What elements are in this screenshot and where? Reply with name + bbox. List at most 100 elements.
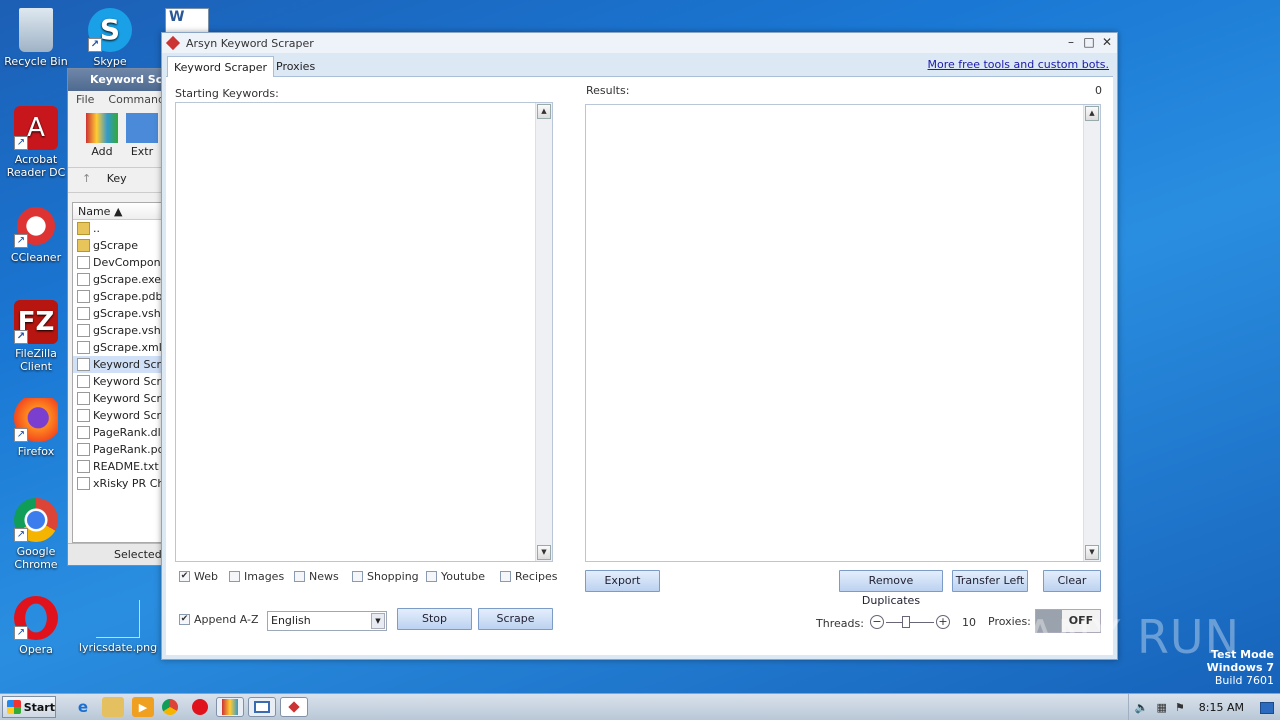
checkbox-box xyxy=(229,571,240,582)
scroll-up-button[interactable]: ▲ xyxy=(537,104,551,119)
desktop-icon-ccleaner[interactable]: ↗ CCleaner xyxy=(0,204,72,264)
file-name: Keyword Scra xyxy=(93,375,166,388)
checkbox-box xyxy=(426,571,437,582)
winrar-window[interactable]: Keyword Scr File Commands Add Extr ↑ Key… xyxy=(67,68,167,566)
plus-icon[interactable]: + xyxy=(936,615,950,629)
volume-icon[interactable]: 🔈 xyxy=(1135,701,1149,714)
file-row[interactable]: Keyword Scra xyxy=(73,390,165,407)
file-row[interactable]: gScrape xyxy=(73,237,165,254)
file-row[interactable]: Keyword Scra xyxy=(73,356,165,373)
file-row[interactable]: gScrape.vsho xyxy=(73,322,165,339)
taskbar: Start e ▶ 🔈 ▦ ⚑ 8:15 AM xyxy=(0,693,1280,720)
minimize-button[interactable]: – xyxy=(1063,35,1079,49)
network-icon[interactable]: ▦ xyxy=(1157,701,1167,714)
opera-taskbar-icon[interactable] xyxy=(192,699,208,715)
menu-file[interactable]: File xyxy=(76,93,94,106)
desktop-icon-filezilla[interactable]: FZ ↗ FileZilla Client xyxy=(0,300,72,373)
ie-icon[interactable]: e xyxy=(72,697,94,717)
tab-keyword-scraper[interactable]: Keyword Scraper xyxy=(167,56,275,77)
file-name: .. xyxy=(93,222,100,235)
desktop-icon-label: Google Chrome xyxy=(14,545,58,571)
desktop-icon-skype[interactable]: S ↗ Skype xyxy=(74,8,146,68)
language-select[interactable]: English ▼ xyxy=(267,611,387,631)
title-bar[interactable]: Arsyn Keyword Scraper xyxy=(162,33,1117,53)
winrar-taskbar-icon[interactable] xyxy=(216,697,244,717)
file-row[interactable]: README.txt xyxy=(73,458,165,475)
stop-button[interactable]: Stop xyxy=(397,608,472,630)
close-button[interactable]: ✕ xyxy=(1099,35,1115,49)
clock[interactable]: 8:15 AM xyxy=(1199,701,1244,714)
append-az-label: Append A-Z xyxy=(194,613,259,626)
winrar-address-bar[interactable]: ↑ Key xyxy=(68,167,166,193)
source-checkbox-recipes[interactable]: Recipes xyxy=(500,570,558,583)
starting-keywords-input[interactable]: ▲ ▼ xyxy=(175,102,553,562)
desktop-icon-label: Opera xyxy=(19,643,53,656)
show-desktop-button[interactable] xyxy=(1260,701,1274,714)
append-az-checkbox[interactable]: ✔ Append A-Z xyxy=(179,613,259,626)
file-row[interactable]: gScrape.vsho xyxy=(73,305,165,322)
source-checkbox-news[interactable]: News xyxy=(294,570,339,583)
desktop-icon-firefox[interactable]: ↗ Firefox xyxy=(0,398,72,458)
scroll-up-button[interactable]: ▲ xyxy=(1085,106,1099,121)
file-row[interactable]: xRisky PR Che xyxy=(73,475,165,492)
threads-slider[interactable]: − + xyxy=(870,615,950,629)
minus-icon[interactable]: − xyxy=(870,615,884,629)
winrar-menu: File Commands xyxy=(68,91,166,107)
desktop-icon-lyricsdate[interactable]: lyricsdate.png xyxy=(76,600,160,654)
flag-icon[interactable]: ⚑ xyxy=(1175,701,1185,714)
file-row[interactable]: Keyword Scra xyxy=(73,407,165,424)
file-row[interactable]: .. xyxy=(73,220,165,237)
file-row[interactable]: Keyword Scra xyxy=(73,373,165,390)
remove-duplicates-button[interactable]: Remove Duplicates xyxy=(839,570,943,607)
slider-thumb[interactable] xyxy=(902,615,910,628)
transfer-left-button[interactable]: Transfer Left xyxy=(952,570,1028,592)
file-name: Keyword Scra xyxy=(93,392,166,405)
menu-commands[interactable]: Commands xyxy=(108,93,166,106)
column-header-name[interactable]: Name ▲ xyxy=(73,203,165,220)
start-button[interactable]: Start xyxy=(2,696,56,718)
file-row[interactable]: PageRank.pdb xyxy=(73,441,165,458)
more-tools-link[interactable]: More free tools and custom bots. xyxy=(928,58,1109,71)
window-taskbar-icon[interactable] xyxy=(248,697,276,717)
slider-track[interactable] xyxy=(886,615,934,628)
file-row[interactable]: PageRank.dll xyxy=(73,424,165,441)
desktop-icon-opera[interactable]: ↗ Opera xyxy=(0,596,72,656)
winrar-file-list[interactable]: Name ▲ .. gScrape DevComponer gScrape.exe gS… xyxy=(72,202,166,543)
desktop-icon-acrobat[interactable]: A ↗ Acrobat Reader DC xyxy=(0,106,72,179)
clear-button[interactable]: Clear xyxy=(1043,570,1101,592)
source-checkbox-images[interactable]: Images xyxy=(229,570,284,583)
keyword-scraper-window[interactable]: Arsyn Keyword Scraper – □ ✕ Keyword Scra… xyxy=(161,32,1118,660)
explorer-icon[interactable] xyxy=(102,697,124,717)
maximize-button[interactable]: □ xyxy=(1081,35,1097,49)
test-mode-text: Test Mode Windows 7 Build 7601 xyxy=(1207,648,1274,687)
tab-proxies[interactable]: Proxies xyxy=(270,56,321,77)
file-row[interactable]: gScrape.exe xyxy=(73,271,165,288)
media-player-icon[interactable]: ▶ xyxy=(132,697,154,717)
export-button[interactable]: Export xyxy=(585,570,660,592)
file-name: DevComponer xyxy=(93,256,166,269)
chrome-taskbar-icon[interactable] xyxy=(162,699,178,715)
results-output[interactable]: ▲ ▼ xyxy=(585,104,1101,562)
desktop-icon-label: Acrobat Reader DC xyxy=(6,153,66,179)
keywords-scrollbar[interactable]: ▲ ▼ xyxy=(535,103,552,561)
desktop-icon-chrome[interactable]: ↗ Google Chrome xyxy=(0,498,72,571)
extract-button[interactable]: Extr xyxy=(126,113,158,161)
file-row[interactable]: gScrape.pdb xyxy=(73,288,165,305)
up-arrow-icon[interactable]: ↑ xyxy=(82,172,91,185)
source-checkbox-web[interactable]: ✔ Web xyxy=(179,570,218,583)
chevron-down-icon[interactable]: ▼ xyxy=(371,613,385,629)
main-panel: Starting Keywords: ▲ ▼ ✔ Web Images News Sho… xyxy=(166,77,1113,655)
keyword-scraper-taskbar-icon[interactable] xyxy=(280,697,308,717)
source-checkbox-youtube[interactable]: Youtube xyxy=(426,570,485,583)
scroll-down-button[interactable]: ▼ xyxy=(1085,545,1099,560)
scroll-down-button[interactable]: ▼ xyxy=(537,545,551,560)
source-checkbox-shopping[interactable]: Shopping xyxy=(352,570,419,583)
file-row[interactable]: DevComponer xyxy=(73,254,165,271)
scrape-button[interactable]: Scrape xyxy=(478,608,553,630)
results-scrollbar[interactable]: ▲ ▼ xyxy=(1083,105,1100,561)
app-logo-icon xyxy=(288,701,300,713)
file-row[interactable]: gScrape.xml xyxy=(73,339,165,356)
source-label: Shopping xyxy=(367,570,419,583)
desktop-icon-recycle-bin[interactable]: Recycle Bin xyxy=(0,8,72,68)
add-button[interactable]: Add xyxy=(86,113,118,161)
